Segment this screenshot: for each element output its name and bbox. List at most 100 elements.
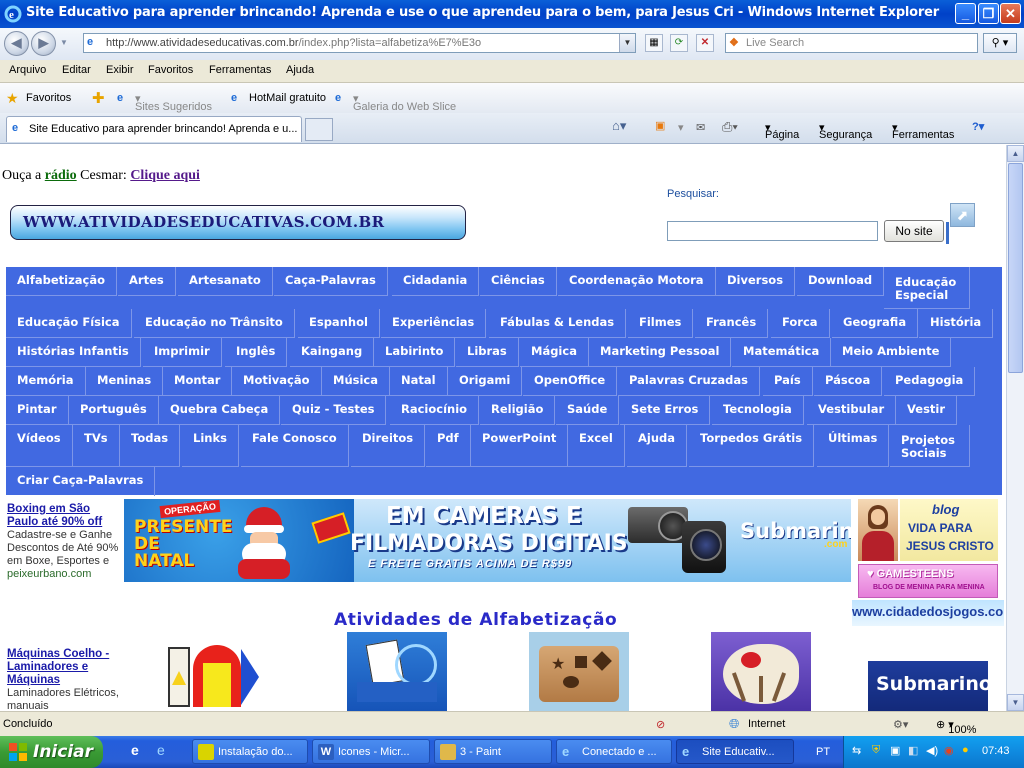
nav-item[interactable]: Forca xyxy=(771,309,830,338)
protected-mode-icon[interactable]: ⚙▾ xyxy=(893,718,908,731)
nav-item[interactable]: Geografia xyxy=(832,309,919,338)
task-paint[interactable]: 3 - Paint xyxy=(434,739,552,764)
activity-thumb-shapes[interactable] xyxy=(165,639,260,711)
nav-item[interactable]: Religião xyxy=(480,396,556,425)
tools-menu[interactable]: Ferramentas ▾ xyxy=(892,121,954,141)
nav-item[interactable]: Meio Ambiente xyxy=(831,338,952,367)
print-icon[interactable]: ⎙▾ xyxy=(722,119,738,135)
menu-exibir[interactable]: Exibir xyxy=(106,64,134,76)
blog-vida-banner[interactable]: blog VIDA PARA JESUS CRISTO xyxy=(900,499,998,561)
zoom-level[interactable]: ⊕ 100% ▾ xyxy=(936,718,976,736)
nav-item[interactable]: Download xyxy=(797,267,885,296)
nav-item[interactable]: Diversos xyxy=(716,267,796,296)
jesus-image[interactable] xyxy=(858,499,898,561)
ad-url[interactable]: peixeurbano.com xyxy=(7,568,119,580)
search-button[interactable]: ⚲ ▾ xyxy=(983,33,1017,53)
tray-messenger-icon[interactable]: ● xyxy=(962,744,969,756)
fav-sites-sugeridos[interactable]: Sites Sugeridos ▾ xyxy=(135,92,212,113)
nav-item[interactable]: Vídeos xyxy=(6,425,73,467)
nav-item[interactable]: Sete Erros xyxy=(620,396,711,425)
vertical-scrollbar[interactable]: ▲ ▼ xyxy=(1006,145,1024,711)
nav-item[interactable]: Histórias Infantis xyxy=(6,338,141,367)
nav-item[interactable]: Educação Física xyxy=(6,309,132,338)
nav-item[interactable]: Libras xyxy=(456,338,519,367)
help-icon[interactable]: ?▾ xyxy=(972,120,984,133)
address-bar[interactable]: e http://www.atividadeseducativas.com.br… xyxy=(83,33,636,53)
clique-aqui-link[interactable]: Clique aqui xyxy=(130,168,200,183)
nav-item[interactable]: Caça-Palavras xyxy=(274,267,388,296)
nav-item[interactable]: Criar Caça-Palavras xyxy=(6,467,156,496)
nav-item[interactable]: Artes xyxy=(118,267,176,296)
nav-item[interactable]: Pintar xyxy=(6,396,69,425)
task-conectado[interactable]: e Conectado e ... xyxy=(556,739,672,764)
tray-computer-icon[interactable]: ▣ xyxy=(890,744,900,757)
nav-item[interactable]: Meninas xyxy=(86,367,164,396)
nav-item[interactable]: TVs xyxy=(73,425,120,467)
add-favorites-icon[interactable]: ✚ xyxy=(92,89,105,107)
nav-item[interactable]: Fábulas & Lendas xyxy=(489,309,627,338)
activity-thumb-shape-sorter[interactable]: ★ xyxy=(529,632,629,711)
forward-button[interactable]: ▶ xyxy=(31,31,56,56)
maximize-button[interactable]: ❐ xyxy=(978,3,999,24)
menu-editar[interactable]: Editar xyxy=(62,64,91,76)
nav-item[interactable]: Memória xyxy=(6,367,86,396)
tray-volume-icon[interactable]: ◀) xyxy=(926,744,938,757)
nav-item[interactable]: Experiências xyxy=(381,309,487,338)
tray-device-icon[interactable]: ◧ xyxy=(908,744,918,757)
nav-item[interactable]: Educação no Trânsito xyxy=(134,309,295,338)
nav-item[interactable]: País xyxy=(763,367,813,396)
tray-network-icon[interactable]: ⇆ xyxy=(852,744,861,757)
feeds-dropdown-icon[interactable]: ▾ xyxy=(678,121,684,134)
privacy-icon[interactable]: ⊘ xyxy=(656,718,665,731)
site-search-input[interactable] xyxy=(667,221,878,241)
nav-item[interactable]: Últimas xyxy=(817,425,890,467)
refresh-icon[interactable]: ⟳ xyxy=(670,34,688,52)
nav-item[interactable]: Alfabetização xyxy=(6,267,118,296)
nav-item[interactable]: Educação Especial xyxy=(884,267,970,309)
nav-item[interactable]: Ajuda xyxy=(627,425,688,467)
nav-item[interactable]: Francês xyxy=(695,309,769,338)
menu-ajuda[interactable]: Ajuda xyxy=(286,64,314,76)
nav-item[interactable]: Tecnologia xyxy=(712,396,804,425)
stop-icon[interactable]: ✕ xyxy=(696,34,714,52)
activity-thumb-cards[interactable] xyxy=(347,632,447,711)
back-button[interactable]: ◀ xyxy=(4,31,29,56)
recent-pages-dropdown-icon[interactable]: ▼ xyxy=(60,38,68,47)
quicklaunch-ie2-icon[interactable]: e xyxy=(157,742,165,758)
nav-item[interactable]: Pedagogia xyxy=(884,367,976,396)
nav-item[interactable]: Pdf xyxy=(426,425,471,467)
nav-item[interactable]: Matemática xyxy=(732,338,832,367)
ad-title-link[interactable]: Boxing em São Paulo até 90% off xyxy=(7,503,119,529)
radio-link[interactable]: rádio xyxy=(45,168,77,183)
gamesteens-banner[interactable]: ♥ GAMESTEENS BLOG DE MENINA PARA MENINA xyxy=(858,564,998,598)
nav-item[interactable]: Motivação xyxy=(232,367,322,396)
window-title-bar[interactable]: e Site Educativo para aprender brincando… xyxy=(0,0,1024,28)
nav-item[interactable]: Origami xyxy=(448,367,523,396)
ad-title-link[interactable]: Máquinas Coelho - Laminadores e Máquinas xyxy=(7,648,119,687)
nav-item[interactable]: Filmes xyxy=(628,309,694,338)
nav-item[interactable]: Vestibular xyxy=(807,396,897,425)
page-menu[interactable]: Página ▾ xyxy=(765,121,799,141)
scroll-down-icon[interactable]: ▼ xyxy=(1007,694,1024,711)
live-search-input[interactable]: ❖ Live Search xyxy=(725,33,978,53)
nav-item[interactable]: Saúde xyxy=(556,396,620,425)
address-dropdown-icon[interactable]: ▼ xyxy=(619,34,635,52)
nav-item[interactable]: PowerPoint xyxy=(471,425,569,467)
scroll-up-icon[interactable]: ▲ xyxy=(1007,145,1024,162)
fav-hotmail[interactable]: HotMail gratuito xyxy=(249,92,326,104)
task-instalacao[interactable]: Instalação do... xyxy=(192,739,308,764)
site-banner[interactable]: WWW.ATIVIDADESEDUCATIVAS.COM.BR xyxy=(10,205,466,240)
nav-item[interactable]: Natal xyxy=(390,367,448,396)
nav-item[interactable]: Vestir xyxy=(896,396,958,425)
compatibility-view-icon[interactable]: ▦ xyxy=(645,34,663,52)
nav-item[interactable]: Ciências xyxy=(480,267,557,296)
submarino-side-banner[interactable]: Submarino xyxy=(868,661,992,711)
nav-item[interactable]: Montar xyxy=(163,367,233,396)
nav-item[interactable]: Torpedos Grátis xyxy=(689,425,815,467)
language-indicator[interactable]: PT xyxy=(816,746,830,758)
nav-item[interactable]: Artesanato xyxy=(178,267,273,296)
close-button[interactable]: ✕ xyxy=(1000,3,1021,24)
nav-item[interactable]: Cidadania xyxy=(392,267,480,296)
task-icones-word[interactable]: W Icones - Micr... xyxy=(312,739,430,764)
menu-ferramentas[interactable]: Ferramentas xyxy=(209,64,271,76)
